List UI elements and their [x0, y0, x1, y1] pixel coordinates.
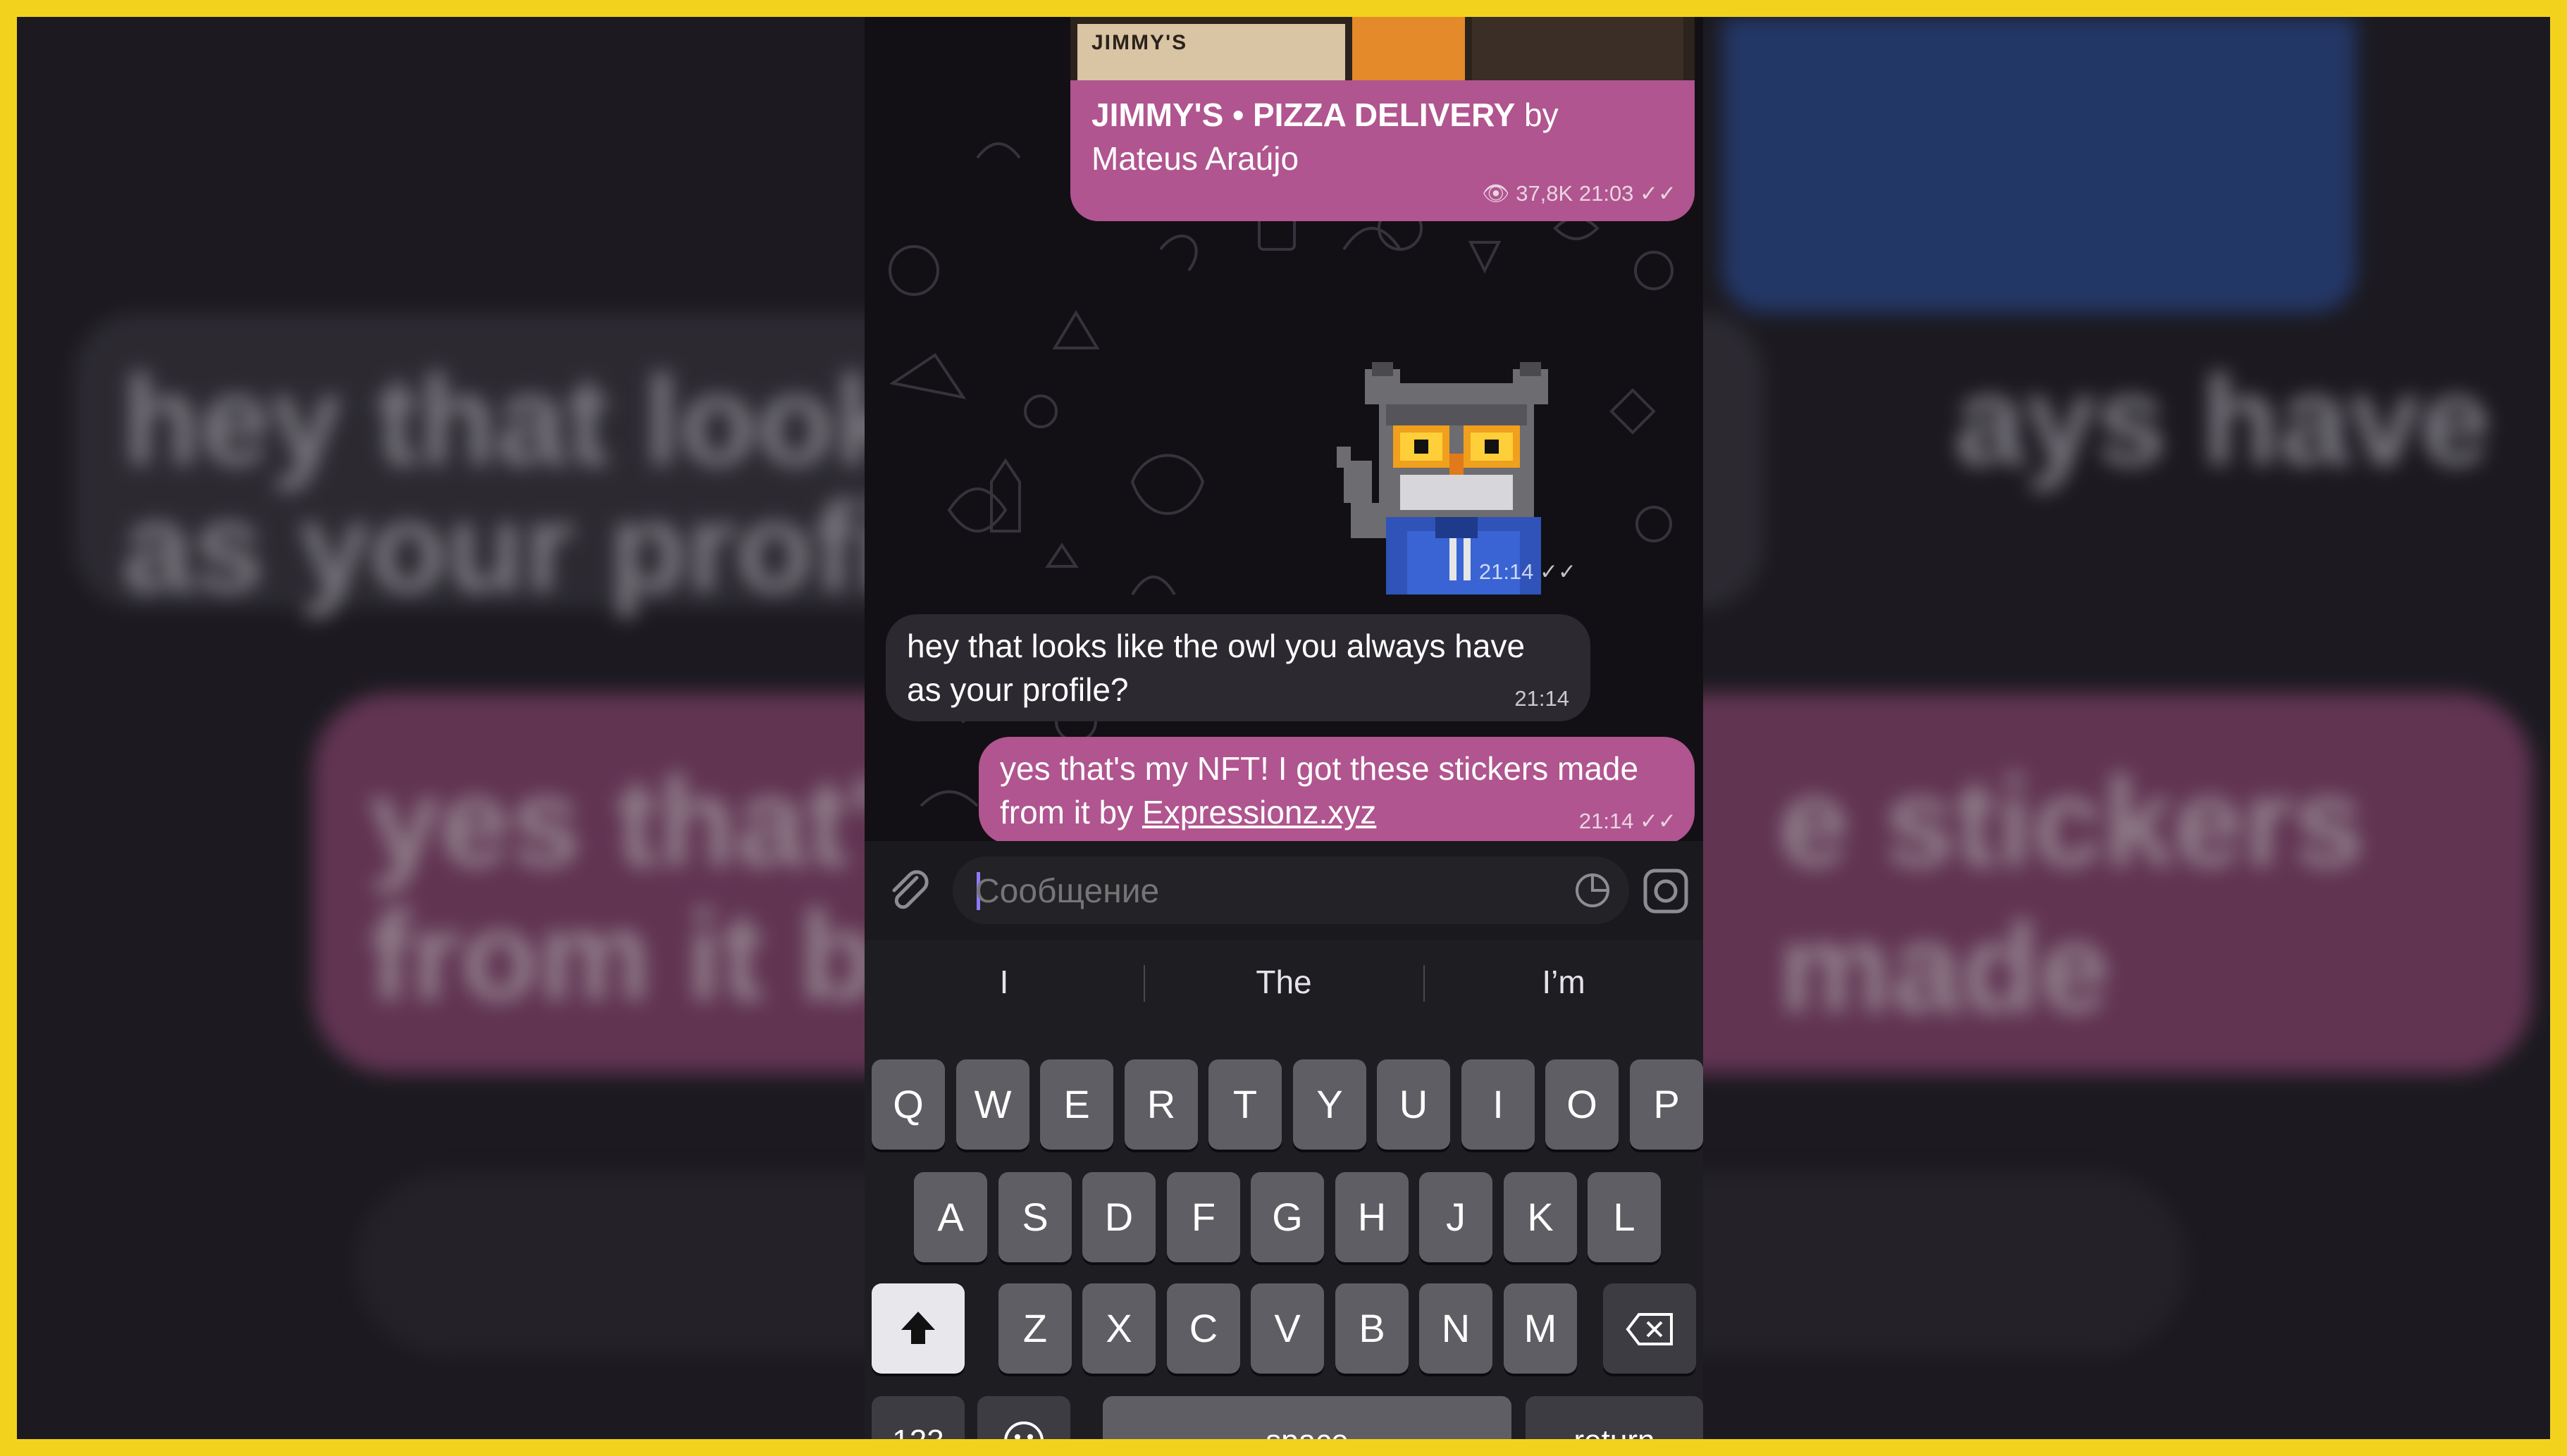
message-input-bar [865, 841, 1703, 940]
shift-arrow-icon [901, 1312, 935, 1344]
double-check-icon: ✓✓ [1540, 559, 1576, 584]
key-n[interactable]: N [1419, 1283, 1492, 1374]
post-views: 37,8K [1516, 181, 1573, 206]
owl-sticker[interactable]: 21:14 ✓✓ [1323, 362, 1576, 609]
key-l[interactable]: L [1588, 1172, 1661, 1262]
post-time: 21:03 [1578, 181, 1634, 206]
message-input-pill[interactable] [953, 857, 1629, 926]
incoming-message-text: hey that looks like the owl you always h… [907, 624, 1583, 711]
emoji-key[interactable] [977, 1396, 1070, 1439]
post-image-text: JIMMY'S [1091, 31, 1188, 54]
on-screen-keyboard: I The I’m Q W E R T Y U I O P A S D F G … [865, 940, 1703, 1439]
key-m[interactable]: M [1504, 1283, 1577, 1374]
key-d[interactable]: D [1082, 1172, 1156, 1262]
double-check-icon: ✓✓ [1640, 181, 1676, 206]
bg-pink-line1b: e stickers made [1779, 752, 2364, 1039]
chat-area[interactable]: JIMMY'S JIMMY'S • PIZZA DELIVERY by Mate… [865, 17, 1703, 841]
key-s[interactable]: S [998, 1172, 1072, 1262]
eye-icon: 👁 [1482, 181, 1510, 206]
key-y[interactable]: Y [1293, 1059, 1366, 1150]
emoji-icon [1004, 1421, 1044, 1439]
key-t[interactable]: T [1208, 1059, 1282, 1150]
return-key[interactable]: return [1526, 1396, 1703, 1439]
space-key[interactable]: space [1103, 1396, 1511, 1439]
key-k[interactable]: K [1504, 1172, 1577, 1262]
camera-icon[interactable] [1640, 865, 1692, 917]
key-q[interactable]: Q [872, 1059, 945, 1150]
key-b[interactable]: B [1335, 1283, 1409, 1374]
key-f[interactable]: F [1167, 1172, 1240, 1262]
key-c[interactable]: C [1167, 1283, 1240, 1374]
key-z[interactable]: Z [998, 1283, 1072, 1374]
key-x[interactable]: X [1082, 1283, 1156, 1374]
post-title: JIMMY'S • PIZZA DELIVERY [1091, 97, 1516, 133]
suggestion-3[interactable]: I’m [1424, 940, 1703, 1024]
post-image-panel-right [1472, 17, 1683, 80]
outgoing-meta: 21:14 ✓✓ [1579, 809, 1676, 834]
outgoing-message-bubble[interactable]: yes that's my NFT! I got these stickers … [979, 737, 1695, 841]
key-u[interactable]: U [1377, 1059, 1450, 1150]
incoming-time: 21:14 [1514, 686, 1569, 711]
outgoing-line1: yes that's my NFT! I got these stickers … [1000, 750, 1639, 787]
key-p[interactable]: P [1630, 1059, 1703, 1150]
video-frame: hey that looks l ays have as your profil… [17, 17, 2550, 1439]
key-g[interactable]: G [1251, 1172, 1324, 1262]
bg-pink-line2: from it by [369, 885, 948, 1027]
sticker-meta: 21:14 ✓✓ [1479, 559, 1576, 585]
suggestion-2[interactable]: The [1144, 940, 1423, 1024]
backspace-key[interactable] [1603, 1283, 1696, 1374]
paperclip-icon[interactable] [884, 866, 934, 916]
numbers-key[interactable]: 123 [872, 1396, 965, 1439]
key-h[interactable]: H [1335, 1172, 1409, 1262]
outgoing-time: 21:14 [1578, 809, 1634, 833]
sticker-time: 21:14 [1478, 559, 1534, 584]
message-input[interactable] [974, 857, 1540, 926]
key-w[interactable]: W [956, 1059, 1029, 1150]
key-j[interactable]: J [1419, 1172, 1492, 1262]
sticker-icon[interactable] [1571, 869, 1614, 911]
bg-pink-line1a: yes that's [369, 752, 950, 893]
suggestion-1[interactable]: I [865, 940, 1144, 1024]
post-caption: JIMMY'S • PIZZA DELIVERY by Mateus Araúj… [1091, 93, 1655, 180]
key-a[interactable]: A [914, 1172, 987, 1262]
shift-key[interactable] [872, 1283, 965, 1374]
incoming-message-bubble[interactable]: hey that looks like the owl you always h… [886, 614, 1590, 721]
double-check-icon: ✓✓ [1640, 809, 1676, 833]
incoming-line1: hey that looks like the owl you always h… [907, 628, 1526, 664]
post-image[interactable]: JIMMY'S [1070, 17, 1695, 80]
suggestion-bar: I The I’m [865, 940, 1703, 1024]
post-image-panel-orange [1352, 17, 1465, 80]
key-o[interactable]: O [1545, 1059, 1619, 1150]
phone-screen: JIMMY'S JIMMY'S • PIZZA DELIVERY by Mate… [865, 17, 1703, 1439]
outgoing-line2-prefix: from it by [1000, 794, 1142, 830]
bg-sticker-blob [1722, 17, 2356, 313]
key-r[interactable]: R [1125, 1059, 1198, 1150]
incoming-line2: as your profile? [907, 671, 1129, 708]
post-meta: 👁 37,8K 21:03 ✓✓ [1482, 180, 1676, 206]
key-i[interactable]: I [1461, 1059, 1535, 1150]
forwarded-post-bubble[interactable]: JIMMY'S JIMMY'S • PIZZA DELIVERY by Mate… [1070, 17, 1695, 221]
key-e[interactable]: E [1040, 1059, 1113, 1150]
expressionz-link[interactable]: Expressionz.xyz [1142, 794, 1376, 830]
post-author: Mateus Araújo [1091, 140, 1299, 177]
backspace-icon [1626, 1313, 1673, 1345]
key-v[interactable]: V [1251, 1283, 1324, 1374]
bg-text-line1b: ays have [1955, 350, 2491, 492]
post-by: by [1524, 97, 1559, 133]
